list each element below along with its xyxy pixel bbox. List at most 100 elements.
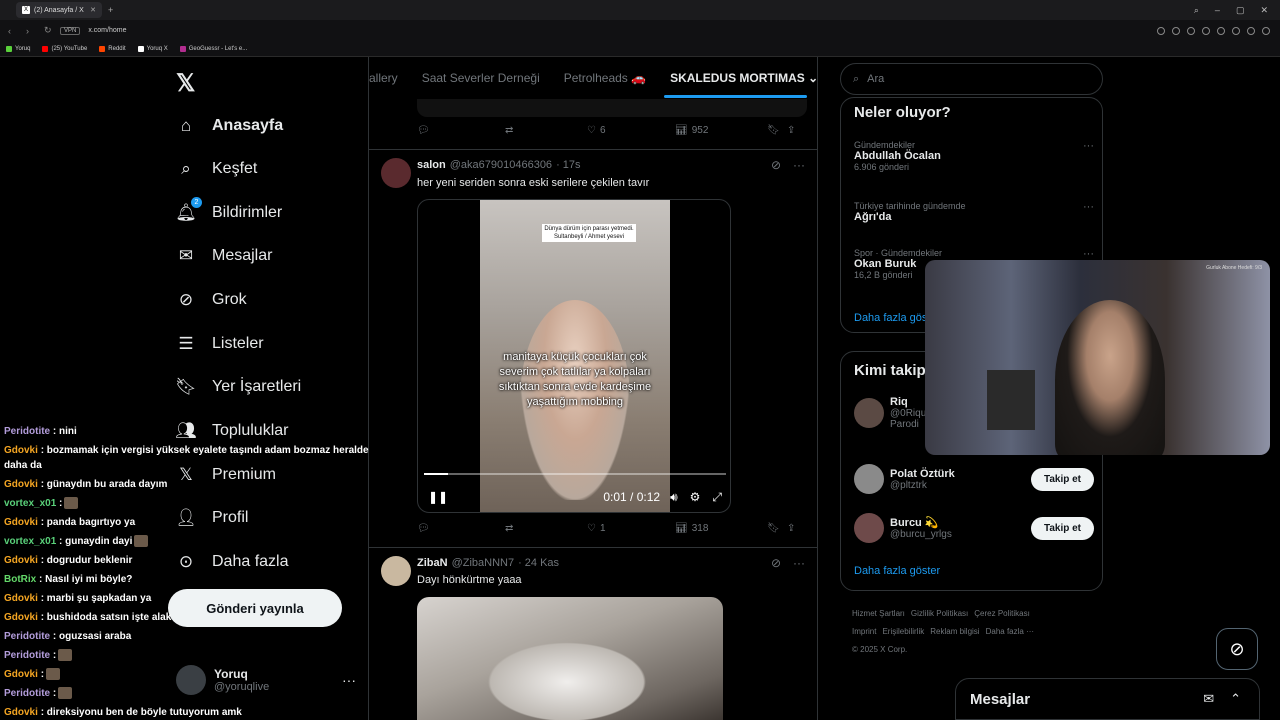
share-button[interactable]: ⇪ bbox=[787, 523, 795, 534]
forward-icon[interactable]: › bbox=[26, 26, 36, 36]
follow-suggestion[interactable]: Burcu 💫 @burcu_yrlgs Takip et bbox=[854, 513, 1094, 543]
footer-link[interactable]: Erişilebilirlik bbox=[882, 627, 924, 636]
previous-tweet-media[interactable] bbox=[417, 99, 807, 117]
bookmark-item[interactable]: Reddit bbox=[99, 45, 126, 52]
trends-title: Neler oluyor? bbox=[854, 104, 951, 121]
maximize-icon[interactable]: ▢ bbox=[1236, 5, 1245, 16]
x-logo-icon[interactable]: 𝕏 bbox=[176, 69, 195, 98]
bookmark-item[interactable]: GeoGuessr - Let's e... bbox=[179, 45, 247, 52]
extension-icon[interactable] bbox=[1187, 26, 1195, 35]
extension-icon[interactable] bbox=[1157, 26, 1165, 35]
url-field[interactable]: x.com/home bbox=[88, 27, 126, 34]
tab-gallery[interactable]: allery bbox=[369, 71, 398, 85]
follow-button[interactable]: Takip et bbox=[1030, 516, 1094, 540]
footer-link[interactable]: © 2025 X Corp. bbox=[852, 645, 907, 654]
bookmark-button[interactable]: 🔖︎ bbox=[767, 125, 787, 136]
footer-link[interactable]: Gizlilik Politikası bbox=[911, 609, 968, 618]
nav-item-list[interactable]: ☰ Listeler bbox=[176, 334, 263, 354]
browser-tab[interactable]: X (2) Anasayfa / X ✕ bbox=[16, 2, 102, 18]
grok-icon[interactable]: ⊘ bbox=[771, 158, 781, 172]
footer-link[interactable]: Imprint bbox=[852, 627, 876, 636]
repost-button[interactable]: ⇄ bbox=[505, 125, 587, 136]
close-window-icon[interactable]: ✕ bbox=[1260, 5, 1268, 16]
extension-icon[interactable] bbox=[1262, 26, 1270, 35]
chat-message: Gdovki : bushidoda satsın işte alak bbox=[0, 608, 385, 627]
extension-icon[interactable] bbox=[1217, 26, 1225, 35]
reply-button[interactable]: 💬︎ bbox=[417, 125, 505, 136]
extension-icon[interactable] bbox=[1247, 26, 1255, 35]
search-input[interactable]: Ara bbox=[867, 73, 884, 85]
back-icon[interactable]: ‹ bbox=[8, 26, 18, 36]
like-button[interactable]: ♡ 1 bbox=[587, 523, 675, 534]
tweet-media[interactable] bbox=[417, 597, 723, 720]
bookmark-item[interactable]: Yoruq X bbox=[137, 45, 168, 52]
nav-item-home[interactable]: ⌂ Anasayfa bbox=[176, 116, 283, 136]
expand-icon[interactable]: ⌃ bbox=[1230, 691, 1241, 707]
video-player[interactable]: Dünya dürüm için parası yetmedi. Sultanb… bbox=[417, 199, 731, 513]
author-name[interactable]: salon bbox=[417, 159, 446, 171]
footer-link[interactable]: Çerez Politikası bbox=[974, 609, 1030, 618]
more-options-icon[interactable]: ··· bbox=[793, 158, 805, 172]
chat-message: BotRix : Nasıl iyi mi böyle? bbox=[0, 570, 385, 589]
like-button[interactable]: ♡ 6 bbox=[587, 125, 675, 136]
minimize-icon[interactable]: – bbox=[1215, 5, 1220, 16]
vpn-badge[interactable]: VPN bbox=[60, 26, 81, 35]
nav-item-mail[interactable]: ✉ Mesajlar bbox=[176, 246, 273, 266]
bookmark-item[interactable]: (25) YouTube bbox=[42, 45, 87, 52]
tweet-time[interactable]: · 24 Kas bbox=[518, 557, 559, 569]
footer-link[interactable]: Hizmet Şartları bbox=[852, 609, 905, 618]
nav-item-bookmark[interactable]: 🔖︎ Yer İşaretleri bbox=[175, 377, 301, 397]
footer-link[interactable]: Daha fazla ··· bbox=[986, 627, 1034, 636]
reload-icon[interactable]: ↻ bbox=[44, 25, 54, 36]
chat-username: Peridotite bbox=[4, 688, 51, 699]
views-icon: 📊︎ bbox=[675, 523, 688, 534]
nav-item-grok[interactable]: ⊘ Grok bbox=[176, 290, 247, 310]
grok-float-button[interactable]: ⊘ bbox=[1216, 628, 1258, 670]
volume-icon[interactable]: 🔊︎ bbox=[670, 490, 678, 505]
fullscreen-icon[interactable]: ⤢ bbox=[712, 490, 722, 505]
views-button[interactable]: 📊︎ 952 bbox=[675, 125, 767, 136]
reply-button[interactable]: 💬︎ bbox=[417, 523, 505, 534]
settings-gear-icon[interactable]: ⚙ bbox=[690, 490, 701, 505]
footer-link[interactable]: Reklam bilgisi bbox=[930, 627, 979, 636]
grok-icon[interactable]: ⊘ bbox=[771, 556, 781, 570]
views-button[interactable]: 📊︎ 318 bbox=[675, 523, 767, 534]
share-button[interactable]: ⇪ bbox=[787, 125, 795, 136]
search-tabs-icon[interactable]: ⌕ bbox=[1194, 5, 1199, 16]
chat-message: Peridotite : bbox=[0, 646, 385, 665]
tab-petrolheads[interactable]: Petrolheads 🚗 bbox=[564, 71, 646, 85]
follow-button[interactable]: Takip et bbox=[1030, 467, 1094, 491]
messages-drawer[interactable]: Mesajlar ✉ ⌃ bbox=[955, 678, 1260, 720]
extension-icon[interactable] bbox=[1172, 26, 1180, 35]
author-name[interactable]: ZibaN bbox=[417, 557, 448, 569]
trend-item[interactable]: Gündemdekiler Abdullah Öcalan 6.906 gönd… bbox=[854, 140, 1094, 172]
pause-icon[interactable]: ❚❚ bbox=[428, 490, 448, 504]
author-handle[interactable]: @aka679010466306 bbox=[450, 159, 552, 171]
trend-item[interactable]: Türkiye tarihinde gündemde Ağrı'da ··· bbox=[854, 201, 1094, 223]
avatar[interactable] bbox=[381, 158, 411, 188]
extension-icon[interactable] bbox=[1232, 26, 1240, 35]
video-progress-bar[interactable] bbox=[424, 473, 726, 475]
more-options-icon[interactable]: ··· bbox=[793, 556, 805, 570]
extension-icons bbox=[1157, 26, 1270, 35]
tab-skaledus-mortimas[interactable]: SKALEDUS MORTIMAS ⌄ bbox=[670, 71, 817, 85]
new-message-icon[interactable]: ✉ bbox=[1203, 691, 1214, 707]
search-box[interactable]: ⌕ Ara bbox=[840, 63, 1103, 95]
avatar[interactable] bbox=[381, 556, 411, 586]
more-options-icon[interactable]: ··· bbox=[1083, 201, 1094, 213]
close-tab-icon[interactable]: ✕ bbox=[90, 6, 96, 14]
tab-saat-severler[interactable]: Saat Severler Derneği bbox=[422, 71, 540, 85]
follow-suggestion[interactable]: Polat Öztürk @pltztrk Takip et bbox=[854, 464, 1094, 494]
bookmark-button[interactable]: 🔖︎ bbox=[767, 523, 787, 534]
more-options-icon[interactable]: ··· bbox=[1083, 140, 1094, 152]
more-options-icon[interactable]: ··· bbox=[1083, 248, 1094, 260]
show-more-suggestions-link[interactable]: Daha fazla göster bbox=[854, 565, 940, 577]
extension-icon[interactable] bbox=[1202, 26, 1210, 35]
nav-item-bell[interactable]: 🔔︎ 2 Bildirimler bbox=[175, 197, 282, 223]
author-handle[interactable]: @ZibaNNN7 bbox=[452, 557, 515, 569]
new-tab-icon[interactable]: + bbox=[108, 5, 113, 15]
nav-item-search[interactable]: ⌕ Keşfet bbox=[176, 159, 257, 179]
bookmark-item[interactable]: Yoruq bbox=[6, 45, 30, 52]
repost-button[interactable]: ⇄ bbox=[505, 523, 587, 534]
tweet-time[interactable]: · 17s bbox=[556, 159, 580, 171]
